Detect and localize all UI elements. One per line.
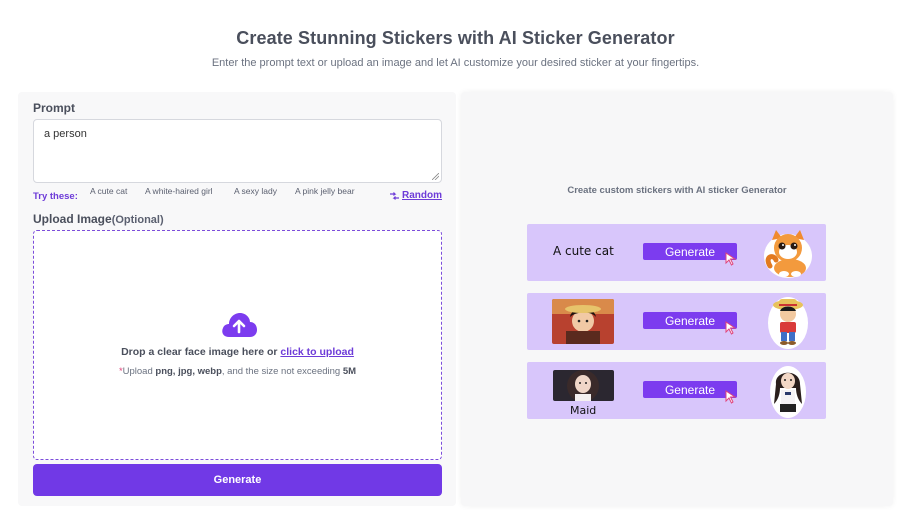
example-prompt-text: Maid xyxy=(570,404,597,417)
hint-middle: , and the size not exceeding xyxy=(221,366,343,377)
cursor-icon xyxy=(725,390,737,404)
upload-label-text: Upload Image xyxy=(33,212,112,226)
generate-button[interactable]: Generate xyxy=(33,464,442,496)
upload-hint: *Upload png, jpg, webp, and the size not… xyxy=(34,366,441,377)
examples-title: Create custom stickers with AI sticker G… xyxy=(567,185,787,196)
cat-sticker-icon xyxy=(764,230,812,278)
hint-formats: png, jpg, webp xyxy=(155,366,222,377)
suggestion-chip[interactable]: A white-haired girl xyxy=(145,186,213,196)
example-card-pirate: Generate xyxy=(527,293,826,350)
maid-sticker-icon xyxy=(770,366,806,418)
random-label: Random xyxy=(402,190,442,201)
cloud-upload-icon xyxy=(222,313,257,337)
example-generate-button: Generate xyxy=(643,312,737,329)
shuffle-icon xyxy=(390,191,399,200)
example-prompt-text: A cute cat xyxy=(553,244,614,258)
resize-handle-icon[interactable] xyxy=(432,173,439,180)
upload-dropzone[interactable]: Drop a clear face image here or click to… xyxy=(33,230,442,460)
example-card-maid: Maid Generate xyxy=(527,362,826,419)
click-to-upload-link[interactable]: click to upload xyxy=(280,346,354,358)
hint-prefix: Upload xyxy=(122,366,156,377)
upload-label: Upload Image(Optional) xyxy=(33,212,164,226)
hint-size: 5M xyxy=(342,366,357,377)
page-subtitle: Enter the prompt text or upload an image… xyxy=(211,57,700,69)
anime-boy-photo xyxy=(552,299,614,344)
generator-form: Prompt a person Try these: A cute cat A … xyxy=(18,92,456,506)
drop-instructions: Drop a clear face image here or click to… xyxy=(34,346,441,358)
page-header: Create Stunning Stickers with AI Sticker… xyxy=(0,28,911,69)
cursor-icon xyxy=(725,321,737,335)
example-card-cat: A cute cat Generate xyxy=(527,224,826,281)
page-title: Create Stunning Stickers with AI Sticker… xyxy=(236,28,675,48)
random-button[interactable]: Random xyxy=(389,190,442,201)
try-these-label: Try these: xyxy=(33,191,78,202)
suggestion-chip[interactable]: A pink jelly bear xyxy=(295,186,355,196)
prompt-value: a person xyxy=(44,128,87,140)
prompt-label: Prompt xyxy=(33,101,75,115)
upload-optional-text: (Optional) xyxy=(111,214,164,226)
maid-photo xyxy=(553,370,614,401)
prompt-textarea[interactable]: a person xyxy=(33,119,442,183)
pirate-sticker-icon xyxy=(768,297,808,349)
suggestion-chip[interactable]: A sexy lady xyxy=(234,186,277,196)
prompt-suggestions: Try these: A cute cat A white-haired gir… xyxy=(33,185,442,202)
cursor-icon xyxy=(725,252,737,266)
drop-text: Drop a clear face image here or xyxy=(121,346,281,358)
example-generate-button: Generate xyxy=(643,243,737,260)
examples-panel: Create custom stickers with AI sticker G… xyxy=(461,92,893,506)
example-generate-button: Generate xyxy=(643,381,737,398)
suggestion-chip[interactable]: A cute cat xyxy=(90,186,127,196)
